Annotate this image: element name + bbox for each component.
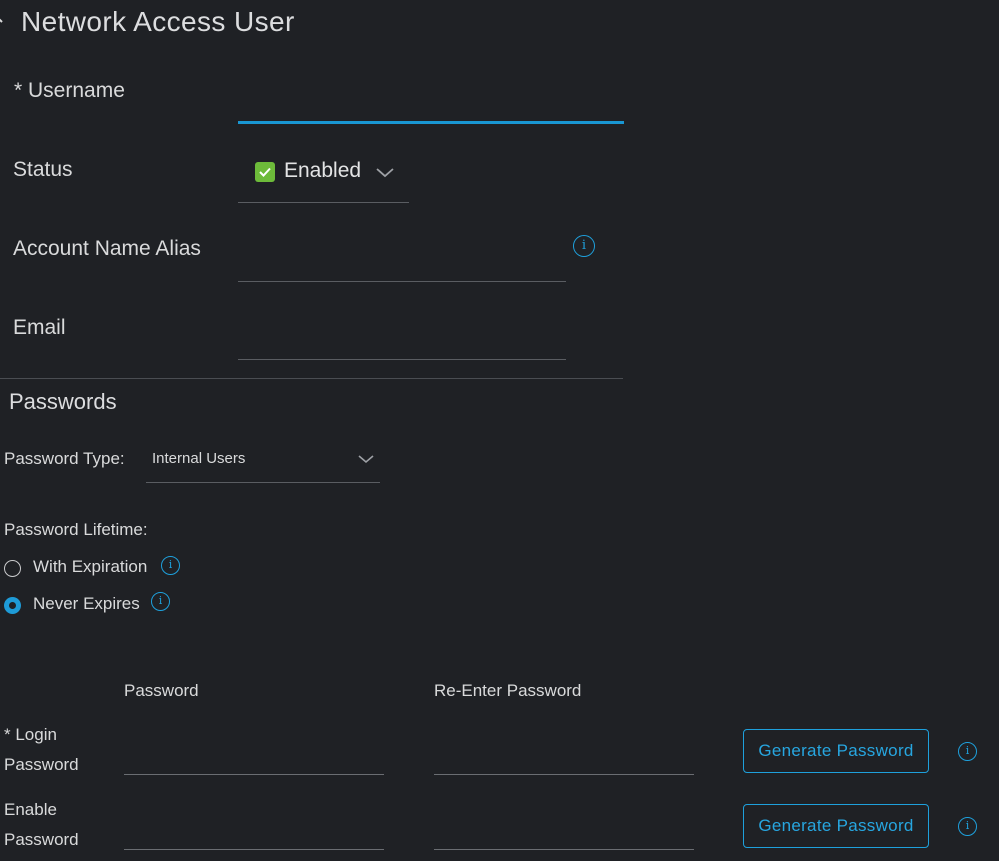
section-divider [0,378,623,379]
login-password-label-line2: Password [4,755,79,774]
enable-password-reenter-input[interactable] [434,815,694,850]
email-label: Email [13,316,66,339]
with-expiration-radio[interactable] [4,560,21,577]
passwords-section-title: Passwords [9,389,117,414]
password-type-select[interactable]: Internal Users [146,441,380,483]
alias-label: Account Name Alias [13,237,201,260]
password-lifetime-label: Password Lifetime: [4,520,148,539]
generate-enable-password-button[interactable]: Generate Password [743,804,929,848]
username-input[interactable] [238,84,624,124]
never-expires-radio[interactable] [4,597,21,614]
info-icon[interactable]: i [161,556,180,575]
password-type-value: Internal Users [152,450,246,467]
check-icon [255,162,275,182]
reenter-password-column-header: Re-Enter Password [434,681,582,700]
page-title: Network Access User [21,6,295,37]
status-select[interactable]: Enabled [238,148,409,203]
generate-login-password-button[interactable]: Generate Password [743,729,929,773]
info-icon[interactable]: i [573,235,595,257]
password-type-label: Password Type: [4,449,125,468]
with-expiration-label[interactable]: With Expiration [33,557,147,577]
email-input[interactable] [238,320,566,360]
login-password-reenter-input[interactable] [434,740,694,775]
password-column-header: Password [124,681,199,700]
status-label: Status [13,158,73,181]
chevron-down-icon [356,452,376,466]
enable-password-input[interactable] [124,815,384,850]
chevron-down-icon [375,166,395,180]
enable-password-label-line2: Password [4,830,79,849]
collapse-chevron-icon[interactable] [0,10,12,30]
info-icon[interactable]: i [151,592,170,611]
login-password-input[interactable] [124,740,384,775]
login-password-label-line1: * Login [4,725,57,744]
info-icon[interactable]: i [958,742,977,761]
username-label: * Username [14,79,125,102]
enable-password-label-line1: Enable [4,800,57,819]
info-icon[interactable]: i [958,817,977,836]
status-value: Enabled [284,159,362,182]
alias-input[interactable] [238,241,566,282]
never-expires-label[interactable]: Never Expires [33,594,140,614]
